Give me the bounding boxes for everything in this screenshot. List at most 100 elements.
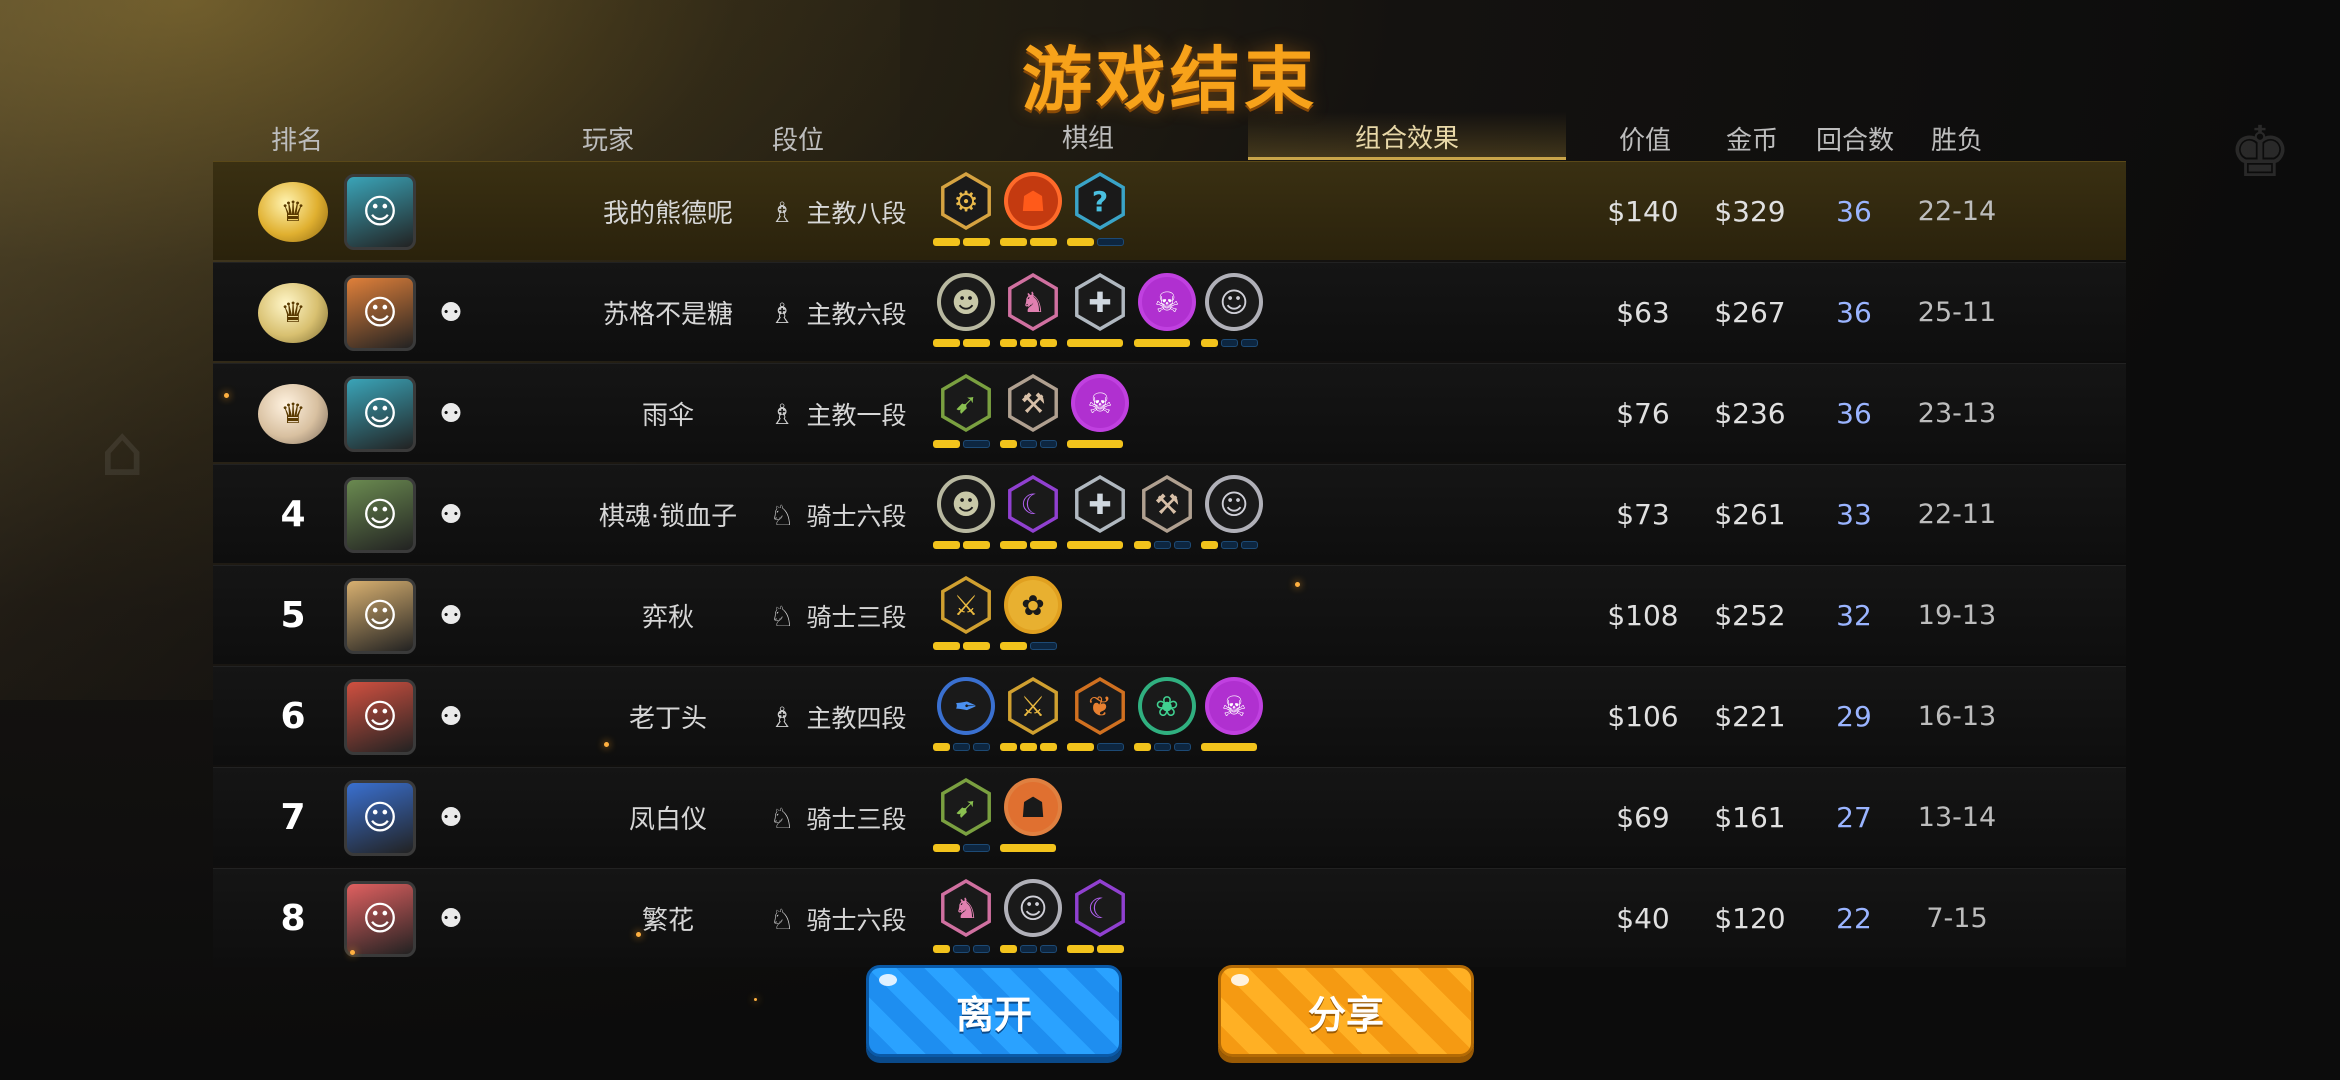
- sparkle: [636, 932, 641, 937]
- avatar-cell: ☺: [340, 566, 420, 665]
- insectoid-icon[interactable]: ✿: [1004, 576, 1062, 634]
- table-row[interactable]: ♛ ☺ ⚉ 雨伞 ♗ 主教一段 ➹ ⚒ ☠ $76 $236 36 23-13: [213, 363, 2126, 462]
- rounds-text: 29: [1836, 700, 1872, 733]
- skull-icon[interactable]: ☠: [1138, 273, 1196, 331]
- pip-active: [1020, 743, 1037, 751]
- synergy-list: ✒ ⚔ ❦ ❀ ☠: [925, 677, 1325, 757]
- table-row[interactable]: 6 ☺ ⚉ 老丁头 ♗ 主教四段 ✒ ⚔ ❦ ❀ ☠ $106 $221 29 16-13: [213, 666, 2126, 765]
- header-gold: 金币: [1725, 126, 1778, 156]
- avatar[interactable]: ☺: [344, 880, 416, 957]
- avatar[interactable]: ☺: [344, 274, 416, 351]
- table-row[interactable]: 5 ☺ ⚉ 弈秋 ♘ 骑士三段 ⚔ ✿ $108 $252 32 19-13: [213, 565, 2126, 664]
- cross-icon[interactable]: ✚: [1071, 273, 1129, 331]
- warlock-icon[interactable]: ☾: [1004, 475, 1062, 533]
- human-icon[interactable]: ☺: [1004, 879, 1062, 937]
- win-loss-cell: 22-14: [1907, 162, 2007, 261]
- value-cell: $63: [1593, 263, 1693, 362]
- player-name[interactable]: 繁花: [642, 900, 694, 937]
- synergy-level-pips: [1201, 743, 1257, 753]
- add-friend-icon[interactable]: ⚉: [434, 904, 468, 934]
- gear-icon[interactable]: ⚙: [937, 172, 995, 230]
- rounds-cell: 32: [1799, 566, 1909, 665]
- player-name[interactable]: 我的熊德呢: [603, 193, 733, 230]
- demon-icon[interactable]: ☗: [1004, 172, 1062, 230]
- assassin-icon[interactable]: ⚔: [937, 576, 995, 634]
- avatar[interactable]: ☺: [344, 779, 416, 856]
- axe-icon[interactable]: ⚒: [1138, 475, 1196, 533]
- skull-icon[interactable]: ☠: [1205, 677, 1263, 735]
- rank-cell: 5: [253, 566, 333, 665]
- add-friend-icon[interactable]: ⚉: [434, 399, 468, 429]
- player-name[interactable]: 弈秋: [642, 597, 694, 634]
- player-name[interactable]: 雨伞: [642, 395, 694, 432]
- warlock-icon[interactable]: ☾: [1071, 879, 1129, 937]
- table-row[interactable]: 4 ☺ ⚉ 棋魂·锁血子 ♘ 骑士六段 ☻ ☾ ✚ ⚒ ☺ $73 $261 33 22-11: [213, 464, 2126, 563]
- gold-text: $252: [1714, 599, 1786, 632]
- player-name[interactable]: 棋魂·锁血子: [599, 496, 737, 533]
- table-row[interactable]: ♛ ☺ 我的熊德呢 ♗ 主教八段 ⚙ ☗? $140 $329 36 22-14: [213, 161, 2126, 260]
- table-row[interactable]: 8 ☺ ⚉ 繁花 ♘ 骑士六段 ♞ ☺ ☾ $40 $120 22 7-15: [213, 868, 2126, 967]
- share-button[interactable]: 分享: [1218, 965, 1474, 1057]
- knight-icon[interactable]: ♞: [1004, 273, 1062, 331]
- player-name[interactable]: 老丁头: [629, 698, 707, 735]
- human-icon[interactable]: ☺: [1205, 475, 1263, 533]
- bow-icon[interactable]: ➹: [937, 374, 995, 432]
- leave-button[interactable]: 离开: [866, 965, 1122, 1057]
- rounds-cell: 36: [1799, 162, 1909, 261]
- synergy-level-pips: [1000, 440, 1057, 450]
- button-gloss: [1231, 974, 1249, 986]
- pip-active: [1201, 541, 1218, 549]
- assassin-icon[interactable]: ⚔: [1004, 677, 1062, 735]
- synergy-level-pips: [1000, 945, 1057, 955]
- tab-pieces[interactable]: 棋组: [1028, 118, 1148, 155]
- mystery-icon[interactable]: ?: [1071, 172, 1129, 230]
- human-icon[interactable]: ☺: [1205, 273, 1263, 331]
- tier-text: 主教一段: [806, 400, 907, 430]
- rank-cell: ♛: [253, 263, 333, 362]
- player-name[interactable]: 凤白仪: [629, 799, 707, 836]
- button-gloss: [879, 974, 897, 986]
- tier-text: 骑士六段: [806, 905, 907, 935]
- pip-active: [933, 642, 960, 650]
- table-row[interactable]: ♛ ☺ ⚉ 苏格不是糖 ♗ 主教六段 ☻ ♞ ✚ ☠ ☺ $63 $267 36 25-11: [213, 262, 2126, 361]
- tier-cell: ♘ 骑士三段: [723, 566, 953, 665]
- avatar[interactable]: ☺: [344, 476, 416, 553]
- avatar[interactable]: ☺: [344, 375, 416, 452]
- add-friend-icon[interactable]: ⚉: [434, 298, 468, 328]
- win-loss-cell: 25-11: [1907, 263, 2007, 362]
- knight-icon[interactable]: ♞: [937, 879, 995, 937]
- synergy-level-pips: [1000, 238, 1057, 248]
- pip-active: [933, 440, 960, 448]
- paw-icon[interactable]: ❀: [1138, 677, 1196, 735]
- player-name[interactable]: 苏格不是糖: [603, 294, 733, 331]
- rank-cell: 8: [253, 869, 333, 968]
- add-friend-icon[interactable]: ⚉: [434, 803, 468, 833]
- axe-icon[interactable]: ⚒: [1004, 374, 1062, 432]
- add-friend-icon[interactable]: ⚉: [434, 702, 468, 732]
- pip-inactive: [1221, 541, 1238, 549]
- pip-active: [1067, 339, 1123, 347]
- add-friend-icon[interactable]: ⚉: [434, 601, 468, 631]
- win-loss-text: 13-14: [1917, 802, 1997, 833]
- synergy-list: ☻ ☾ ✚ ⚒ ☺: [925, 475, 1325, 555]
- table-row[interactable]: 7 ☺ ⚉ 凤白仪 ♘ 骑士三段 ➹ ☗ $69 $161 27 13-14: [213, 767, 2126, 866]
- avatar[interactable]: ☺: [344, 173, 416, 250]
- add-friend-icon[interactable]: ⚉: [434, 500, 468, 530]
- rank-cell: ♛: [253, 364, 333, 463]
- bow-icon[interactable]: ➹: [937, 778, 995, 836]
- synergy-list: ➹ ⚒ ☠: [925, 374, 1325, 454]
- value-cell: $106: [1593, 667, 1693, 766]
- tab-synergy[interactable]: 组合效果: [1248, 118, 1566, 155]
- avatar[interactable]: ☺: [344, 678, 416, 755]
- pip-active: [1067, 238, 1094, 246]
- feather-icon[interactable]: ✒: [937, 677, 995, 735]
- cross-icon[interactable]: ✚: [1071, 475, 1129, 533]
- leaf-icon[interactable]: ❦: [1071, 677, 1129, 735]
- skull-icon[interactable]: ☠: [1071, 374, 1129, 432]
- gold-text: $267: [1714, 296, 1786, 329]
- goblin-icon[interactable]: ☻: [937, 273, 995, 331]
- beast-icon[interactable]: ☗: [1004, 778, 1062, 836]
- goblin-icon[interactable]: ☻: [937, 475, 995, 533]
- avatar[interactable]: ☺: [344, 577, 416, 654]
- pip-active: [1030, 541, 1057, 549]
